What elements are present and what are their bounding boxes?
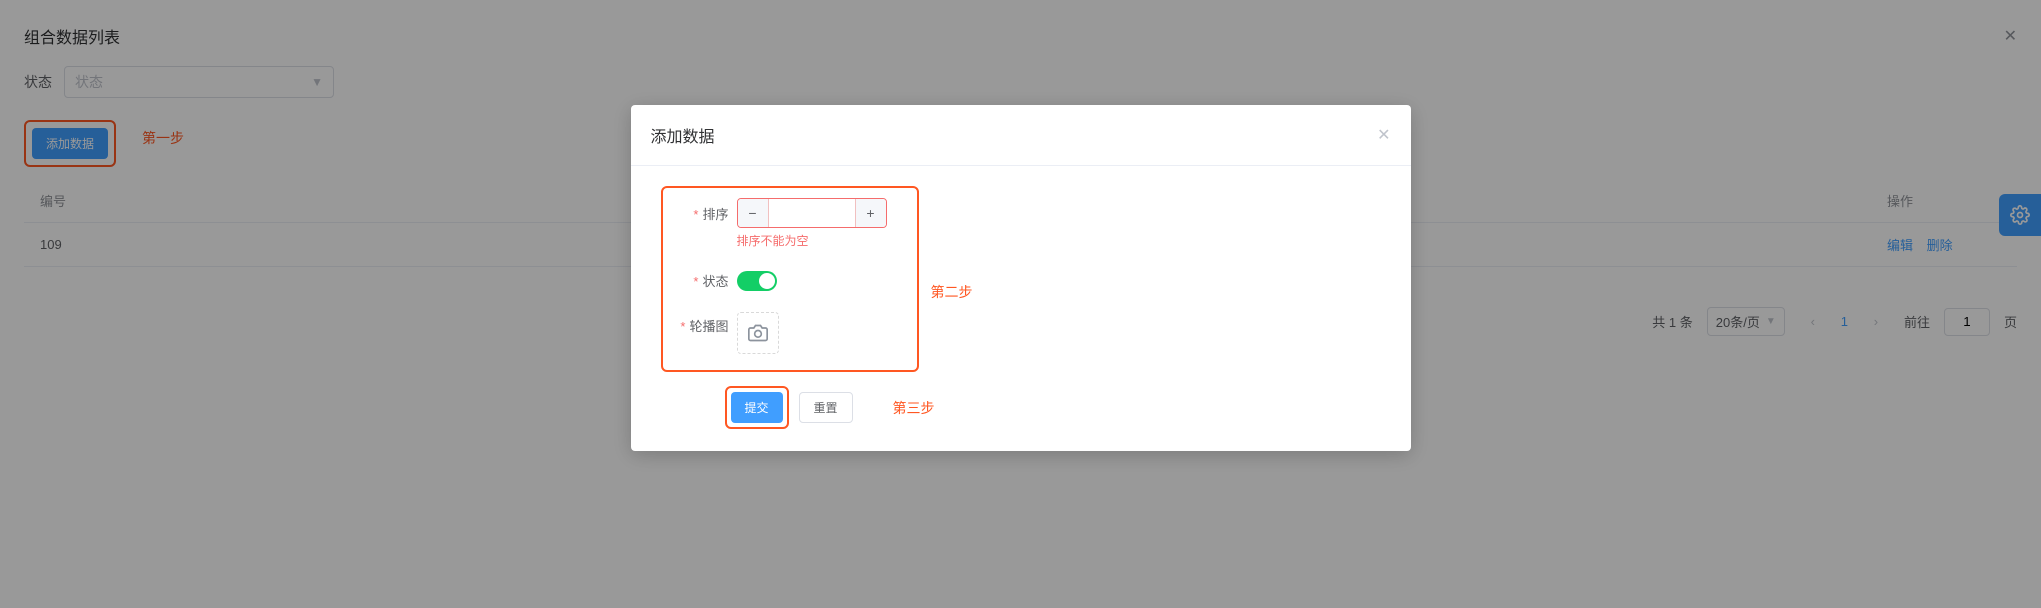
reset-button[interactable]: 重置: [799, 392, 853, 423]
sort-error: 排序不能为空: [737, 232, 887, 249]
plus-icon: +: [866, 205, 874, 221]
sort-stepper[interactable]: − +: [737, 198, 887, 228]
stepper-decrease[interactable]: −: [738, 199, 768, 227]
dialog-title: 添加数据: [651, 123, 715, 147]
stepper-increase[interactable]: +: [856, 199, 886, 227]
submit-button[interactable]: 提交: [731, 392, 783, 423]
sort-label: 排序: [702, 207, 728, 222]
image-upload[interactable]: [737, 312, 779, 354]
modal-overlay: 添加数据 ✕ *排序 − + 排序不能为空: [0, 0, 2041, 608]
step3-annotation: 第三步: [893, 398, 935, 418]
minus-icon: −: [748, 205, 756, 221]
camera-icon: [748, 323, 768, 343]
carousel-label: 轮播图: [689, 319, 728, 334]
dialog-close-button[interactable]: ✕: [1377, 125, 1390, 145]
close-icon: ✕: [1377, 127, 1390, 144]
add-data-dialog: 添加数据 ✕ *排序 − + 排序不能为空: [631, 105, 1411, 451]
status-toggle[interactable]: [737, 271, 777, 291]
step2-annotation: 第二步: [931, 282, 973, 302]
sort-input[interactable]: [768, 199, 856, 227]
status-label: 状态: [702, 274, 728, 289]
